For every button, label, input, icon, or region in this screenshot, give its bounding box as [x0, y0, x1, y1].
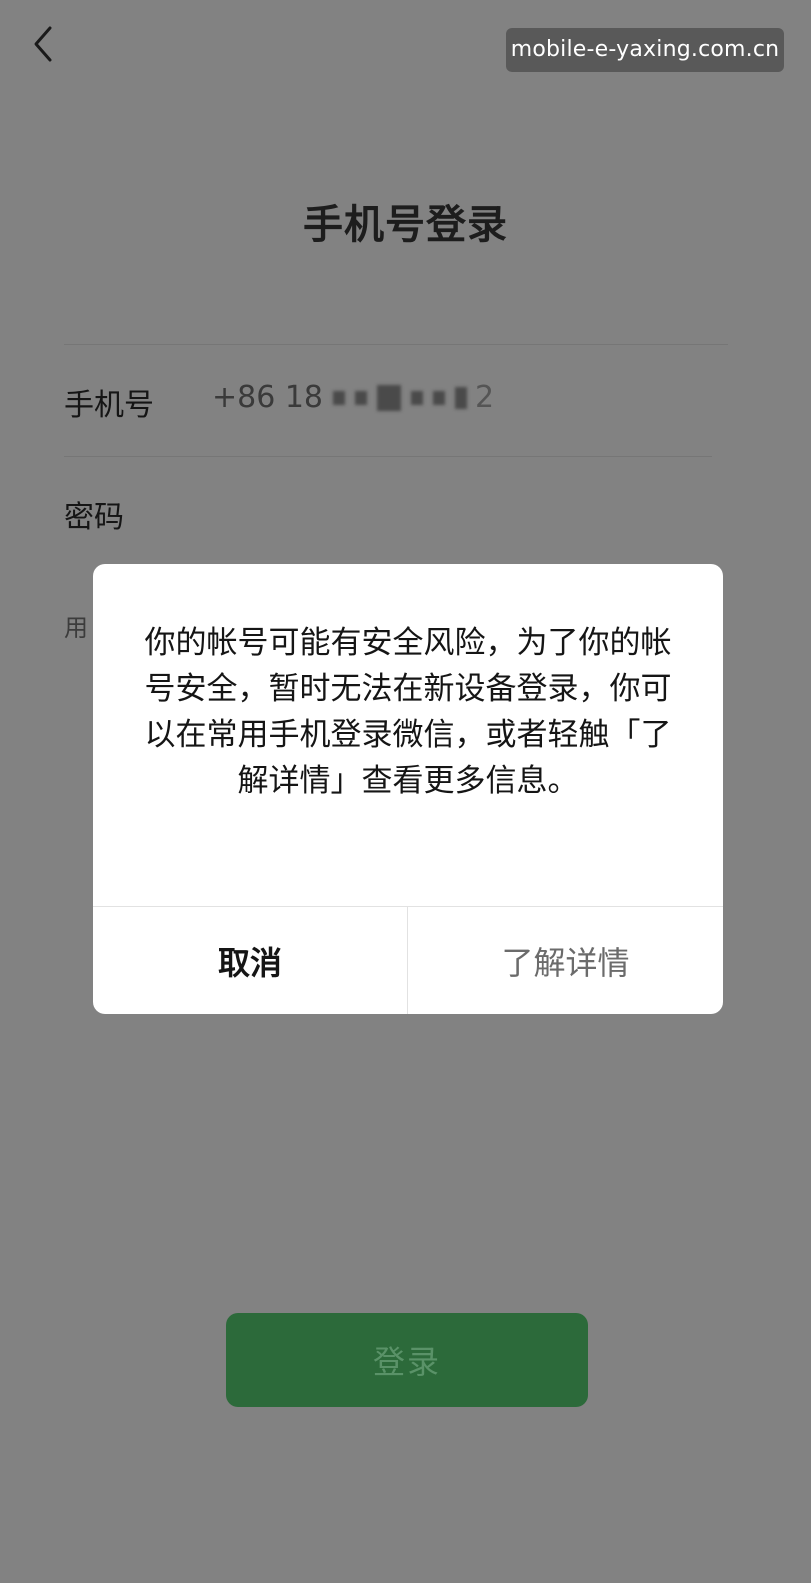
- learn-more-button[interactable]: 了解详情: [408, 907, 723, 1014]
- divider: [64, 456, 712, 457]
- phone-number-suffix: 2: [475, 380, 495, 415]
- masked-digits: [411, 390, 424, 405]
- hint-text: 用: [64, 614, 88, 642]
- divider: [64, 344, 728, 345]
- masked-digits: [455, 386, 468, 409]
- back-chevron-icon: [34, 26, 52, 62]
- masked-digits: [433, 390, 446, 405]
- dialog-message: 你的帐号可能有安全风险，为了你的帐号安全，暂时无法在新设备登录，你可以在常用手机…: [144, 625, 672, 799]
- login-button[interactable]: 登录: [226, 1313, 588, 1407]
- cancel-button[interactable]: 取消: [93, 907, 407, 1014]
- masked-digits: [355, 390, 368, 405]
- back-button[interactable]: [28, 24, 58, 64]
- phone-number-field[interactable]: +86 18 2: [212, 380, 494, 415]
- security-alert-dialog: 你的帐号可能有安全风险，为了你的帐号安全，暂时无法在新设备登录，你可以在常用手机…: [93, 564, 723, 1014]
- phone-number-prefix: +86 18: [212, 380, 324, 415]
- password-label: 密码: [64, 500, 124, 535]
- masked-digits: [333, 390, 346, 405]
- phone-label: 手机号: [64, 388, 154, 423]
- masked-digits: [377, 384, 402, 411]
- page-title: 手机号登录: [303, 202, 508, 248]
- watermark: mobile-e-yaxing.com.cn: [506, 28, 784, 72]
